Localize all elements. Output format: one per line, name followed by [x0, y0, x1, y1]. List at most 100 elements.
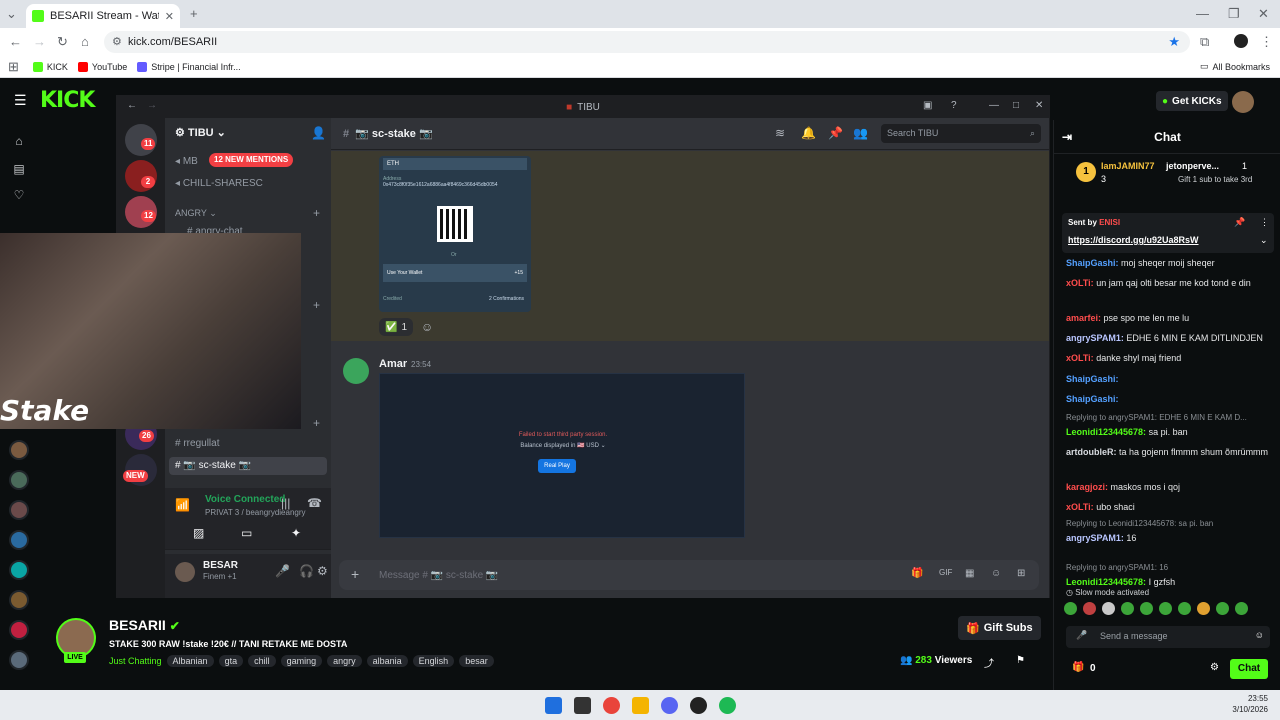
- message-input[interactable]: + Message # 📷 sc-stake 📷 🎁 GIF ▦ ☺ ⊞: [339, 560, 1039, 590]
- reply-context[interactable]: Replying to angrySPAM1: 16: [1066, 562, 1276, 573]
- apps-grid-icon[interactable]: ⊞: [8, 59, 19, 75]
- emoji-icon[interactable]: ☺: [991, 568, 1001, 579]
- followed-channel-avatar[interactable]: [9, 650, 29, 670]
- add-member-icon[interactable]: 👤: [311, 126, 326, 140]
- minimize-icon[interactable]: —: [1196, 6, 1209, 21]
- bookmark-stripe[interactable]: Stripe | Financial Infr...: [137, 61, 241, 72]
- mic-icon[interactable]: 🎤: [1076, 630, 1087, 641]
- following-heart-icon[interactable]: ♡: [10, 188, 28, 206]
- get-kicks-button[interactable]: ● Get KICKs: [1156, 91, 1228, 111]
- chat-username[interactable]: angrySPAM1:: [1066, 333, 1124, 343]
- forward-arrow-icon[interactable]: →: [147, 100, 157, 111]
- streamer-name[interactable]: BESARII ✔: [109, 617, 180, 633]
- category-link[interactable]: Just Chatting: [109, 656, 162, 666]
- attach-plus-icon[interactable]: +: [351, 566, 359, 582]
- hamburger-menu-icon[interactable]: ☰: [14, 92, 27, 109]
- emote[interactable]: [1235, 602, 1248, 615]
- category-header[interactable]: ANGRY ⌄: [175, 208, 217, 219]
- restore-icon[interactable]: ❐: [1228, 6, 1240, 22]
- emote[interactable]: [1102, 602, 1115, 615]
- chat-username[interactable]: ShaipGashi:: [1066, 394, 1119, 404]
- maximize-icon[interactable]: □: [1013, 100, 1019, 111]
- send-chat-button[interactable]: Chat: [1230, 659, 1268, 679]
- close-window-icon[interactable]: ✕: [1258, 6, 1269, 22]
- add-channel-icon[interactable]: +: [313, 206, 320, 220]
- second-gifter-name[interactable]: jetonperve...: [1166, 161, 1219, 171]
- chat-username[interactable]: karagjozi:: [1066, 482, 1108, 492]
- stream-tag[interactable]: besar: [459, 655, 494, 667]
- reply-context[interactable]: Replying to Leonidi123445678: sa pi. ban: [1066, 518, 1276, 529]
- send-message-input[interactable]: 🎤 Send a message ☺: [1066, 626, 1270, 648]
- close-tab-icon[interactable]: ✕: [165, 10, 174, 23]
- chat-username[interactable]: amarfei:: [1066, 313, 1101, 323]
- profile-icon[interactable]: [1234, 34, 1248, 48]
- stream-tag[interactable]: angry: [327, 655, 362, 667]
- discord-icon[interactable]: [660, 696, 678, 714]
- chat-username[interactable]: angrySPAM1:: [1066, 533, 1124, 543]
- voice-status[interactable]: Voice Connected: [205, 494, 285, 505]
- emote[interactable]: [1064, 602, 1077, 615]
- noise-suppression-icon[interactable]: |||: [281, 496, 290, 510]
- pin-icon[interactable]: 📌: [1234, 217, 1245, 228]
- followed-channel-avatar[interactable]: [9, 530, 29, 550]
- chat-username[interactable]: xOLTi:: [1066, 278, 1094, 288]
- forward-icon[interactable]: →: [33, 34, 46, 49]
- gift-icon[interactable]: 🎁: [911, 568, 923, 579]
- stream-tag[interactable]: chill: [248, 655, 276, 667]
- add-reaction-icon[interactable]: ☺: [421, 320, 433, 334]
- reaction-checkmark[interactable]: ✅ 1: [379, 318, 414, 336]
- chat-username[interactable]: Leonidi123445678:: [1066, 427, 1146, 437]
- followed-channel-avatar[interactable]: [9, 590, 29, 610]
- author-avatar[interactable]: [343, 358, 369, 384]
- emote[interactable]: [1159, 602, 1172, 615]
- stream-tag[interactable]: albania: [366, 655, 408, 667]
- home-icon[interactable]: ⌂: [10, 134, 28, 152]
- stream-tag[interactable]: gta: [218, 655, 244, 667]
- server-name[interactable]: ⚙ TIBU ⌄: [175, 126, 226, 139]
- mic-muted-icon[interactable]: 🎤: [275, 564, 290, 578]
- kick-logo[interactable]: KICK: [40, 88, 95, 113]
- chat-username[interactable]: Leonidi123445678:: [1066, 577, 1146, 587]
- emote[interactable]: [1083, 602, 1096, 615]
- emote[interactable]: [1121, 602, 1134, 615]
- channel-item[interactable]: # rregullat: [175, 438, 219, 449]
- emote[interactable]: [1140, 602, 1153, 615]
- channel-item[interactable]: ◂ MB: [175, 156, 198, 167]
- url-input[interactable]: ⚙ kick.com/BESARII ★: [104, 31, 1190, 53]
- expand-chevron-icon[interactable]: ⌄: [1260, 235, 1268, 246]
- bookmark-kick[interactable]: KICK: [32, 61, 68, 72]
- reload-icon[interactable]: ↻: [57, 34, 68, 50]
- activities-icon[interactable]: ✦: [291, 526, 301, 540]
- stream-tag[interactable]: Albanian: [166, 655, 214, 667]
- site-info-icon[interactable]: ⚙: [112, 35, 122, 48]
- task-view-icon[interactable]: [573, 696, 591, 714]
- followed-channel-avatar[interactable]: [9, 620, 29, 640]
- obs-icon[interactable]: [689, 696, 707, 714]
- gift-subs-button[interactable]: 🎁 Gift Subs: [958, 616, 1041, 640]
- followed-channel-avatar[interactable]: [9, 500, 29, 520]
- sticker-icon[interactable]: ▦: [965, 568, 974, 579]
- user-name[interactable]: BESAR: [203, 560, 238, 571]
- screen-share-icon[interactable]: ▭: [241, 526, 252, 540]
- emoji-picker-icon[interactable]: ☺: [1255, 630, 1264, 640]
- add-channel-icon[interactable]: +: [313, 298, 320, 312]
- member-list-icon[interactable]: 👥: [853, 126, 868, 140]
- emote[interactable]: [1178, 602, 1191, 615]
- chat-username[interactable]: artdoubleR:: [1066, 447, 1117, 457]
- emote[interactable]: [1197, 602, 1210, 615]
- new-mentions-pill[interactable]: 12 NEW MENTIONS: [209, 153, 294, 167]
- user-avatar[interactable]: [175, 562, 195, 582]
- pinned-messages-icon[interactable]: 📌: [828, 126, 843, 140]
- back-icon[interactable]: ←: [9, 34, 22, 49]
- menu-dots-icon[interactable]: ⋮: [1260, 34, 1273, 50]
- spotify-icon[interactable]: [718, 696, 736, 714]
- stream-tag[interactable]: English: [412, 655, 455, 667]
- emote[interactable]: [1216, 602, 1229, 615]
- gift-prompt[interactable]: Gift 1 sub to take 3rd: [1178, 175, 1252, 184]
- chrome-icon[interactable]: [602, 696, 620, 714]
- top-gifter-name[interactable]: IamJAMIN77: [1101, 161, 1155, 171]
- start-menu-icon[interactable]: [544, 696, 562, 714]
- deafen-icon[interactable]: 🎧: [299, 564, 314, 578]
- help-icon[interactable]: ?: [951, 100, 957, 111]
- chat-username[interactable]: ShaipGashi:: [1066, 258, 1119, 268]
